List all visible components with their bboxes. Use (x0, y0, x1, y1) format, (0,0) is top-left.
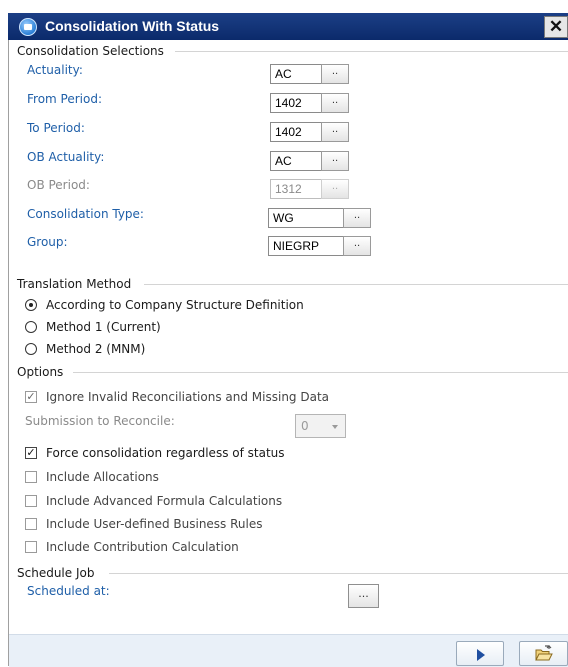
title-bar: Consolidation With Status (8, 13, 568, 40)
checkbox-label: Include Allocations (46, 470, 159, 484)
ob-period-input: 1312 (270, 179, 322, 199)
consolidation-type-label: Consolidation Type: (27, 207, 144, 221)
group-input[interactable]: NIEGRP (268, 236, 344, 256)
ob-actuality-input[interactable]: AC (270, 151, 322, 171)
checkbox-box (25, 518, 37, 530)
window-title: Consolidation With Status (45, 18, 220, 34)
section-translation-method: Translation Method (17, 277, 132, 291)
to-period-input[interactable]: 1402 (270, 122, 322, 142)
actuality-label: Actuality: (27, 63, 83, 77)
checkbox-box: ✓ (25, 446, 37, 459)
checkbox-label: Force consolidation regardless of status (46, 446, 285, 460)
radio-label: Method 1 (Current) (46, 320, 161, 334)
close-button[interactable]: ✕ (544, 16, 568, 38)
checkbox-box (25, 495, 37, 507)
open-button[interactable] (519, 641, 568, 666)
scheduled-at-label: Scheduled at: (27, 584, 110, 598)
radio-selected-indicator (25, 299, 37, 311)
checkbox-label: Include Contribution Calculation (46, 540, 239, 554)
ob-actuality-label: OB Actuality: (27, 150, 105, 164)
section-divider (73, 372, 568, 373)
dropdown-value: 0 (301, 419, 309, 433)
ob-period-label: OB Period: (27, 178, 90, 192)
checkbox-label: Include Advanced Formula Calculations (46, 494, 283, 508)
section-schedule-job: Schedule Job (17, 566, 95, 580)
from-period-lookup-button[interactable]: .. (321, 93, 349, 113)
section-divider (109, 573, 568, 574)
actuality-lookup-button[interactable]: .. (321, 64, 349, 84)
section-divider (175, 51, 568, 52)
section-options: Options (17, 365, 64, 379)
schedule-picker-button[interactable]: ... (348, 584, 379, 608)
consolidation-type-input[interactable]: WG (268, 208, 344, 228)
ob-period-lookup-button: .. (321, 179, 349, 199)
run-button[interactable] (456, 641, 504, 666)
chevron-down-icon (332, 425, 338, 429)
radio-indicator (25, 321, 37, 333)
to-period-label: To Period: (27, 121, 85, 135)
section-consolidation-selections: Consolidation Selections (17, 44, 164, 58)
radio-label: According to Company Structure Definitio… (46, 298, 304, 312)
radio-label: Method 2 (MNM) (46, 342, 146, 356)
from-period-label: From Period: (27, 92, 103, 106)
submission-label: Submission to Reconcile: (25, 414, 175, 428)
group-label: Group: (27, 235, 68, 249)
from-period-input[interactable]: 1402 (270, 93, 322, 113)
ob-actuality-lookup-button[interactable]: .. (321, 151, 349, 171)
folder-open-icon (535, 645, 553, 661)
group-lookup-button[interactable]: .. (343, 236, 371, 256)
submission-dropdown: 0 (295, 414, 346, 438)
play-icon (477, 649, 485, 661)
checkbox-label: Ignore Invalid Reconciliations and Missi… (46, 390, 330, 404)
window-border (8, 40, 9, 666)
app-icon (19, 18, 37, 36)
actuality-input[interactable]: AC (270, 64, 322, 84)
radio-indicator (25, 343, 37, 355)
checkbox-box (25, 471, 37, 483)
checkbox-label: Include User-defined Business Rules (46, 517, 263, 531)
consolidation-type-lookup-button[interactable]: .. (343, 208, 371, 228)
checkbox-box (25, 541, 37, 553)
checkbox-box: ✓ (25, 390, 37, 403)
section-divider (144, 284, 568, 285)
to-period-lookup-button[interactable]: .. (321, 122, 349, 142)
